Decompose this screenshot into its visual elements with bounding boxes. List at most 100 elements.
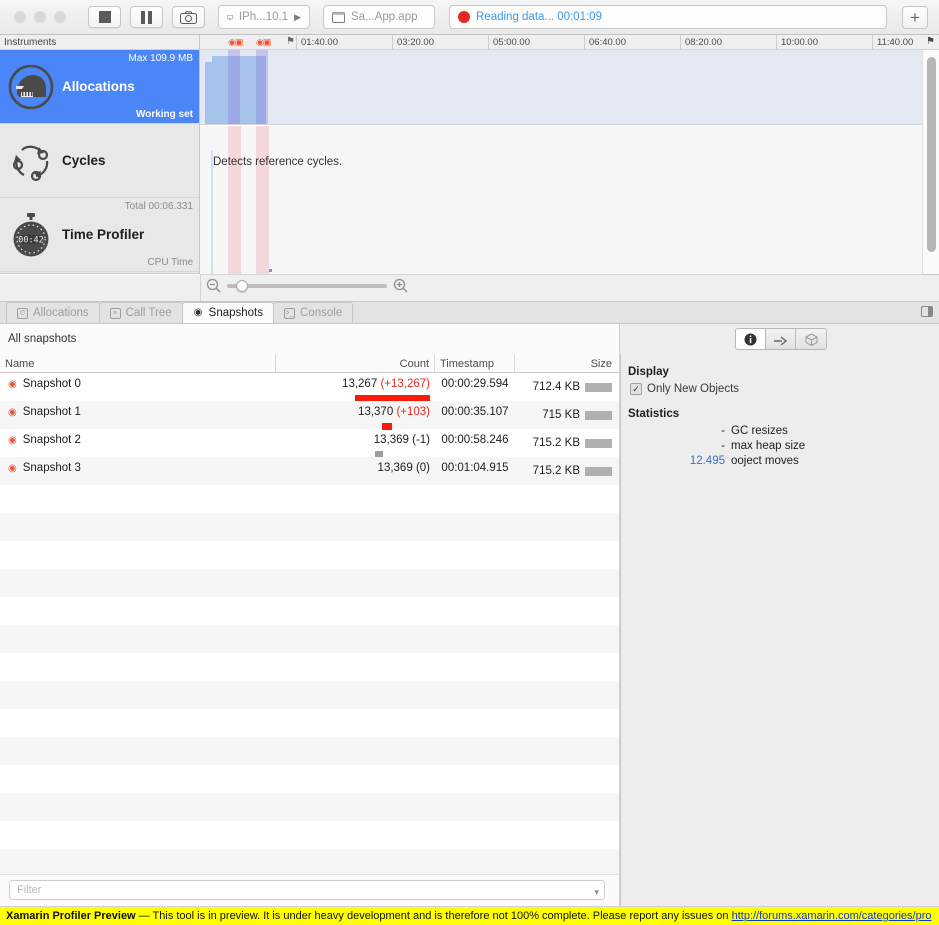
row-timestamp-cell: 00:00:35.107: [441, 406, 509, 418]
status-bar-link[interactable]: http://forums.xamarin.com/categories/pro: [732, 910, 932, 922]
instrument-row-allocations[interactable]: Allocations Max 109.9 MB Working set: [0, 50, 199, 124]
instrument-label-cycles: Cycles: [62, 153, 106, 168]
instruments-list: Allocations Max 109.9 MB Working set Cyc…: [0, 50, 200, 274]
zoom-in-icon[interactable]: [393, 278, 408, 293]
play-icon[interactable]: ▶: [294, 12, 301, 23]
snapshot-camera-marker[interactable]: ◉▣: [256, 37, 271, 48]
tab-call-tree[interactable]: ≡ Call Tree: [98, 302, 183, 323]
statistic-value: -: [721, 425, 725, 437]
pause-button[interactable]: [130, 6, 163, 28]
only-new-objects-label: Only New Objects: [647, 383, 740, 395]
instrument-row-cycles[interactable]: Cycles: [0, 124, 199, 198]
row-size-cell: 715.2 KB: [515, 429, 619, 457]
minimize-button[interactable]: [34, 11, 46, 23]
allocations-icon: [0, 64, 62, 110]
add-instrument-button[interactable]: +: [902, 6, 928, 29]
table-empty-row: [0, 485, 619, 513]
snapshots-table: Name Count Timestamp Size ◉ Snapshot 0 1…: [0, 354, 620, 874]
chevron-down-icon[interactable]: ▾: [594, 887, 599, 898]
allocations-max-label: Max 109.9 MB: [128, 53, 193, 64]
device-label: IPh...10.1: [238, 11, 289, 23]
timeline-vertical-scrollbar[interactable]: [922, 50, 939, 275]
status-field[interactable]: Reading data... 00:01:09: [449, 5, 887, 29]
table-empty-row: [0, 681, 619, 709]
statistic-row: 12.495 ooject moves: [621, 455, 939, 467]
table-row[interactable]: ◉ Snapshot 3 13,369 (0) 00:01:04.915 715…: [0, 457, 619, 485]
row-count-cell: 13,369 (-1): [276, 429, 435, 458]
column-header-count[interactable]: Count: [276, 354, 435, 373]
row-count-cell: 13,369 (0): [276, 457, 435, 479]
device-selector[interactable]: IPh...10.1 ▶: [218, 5, 310, 29]
row-timestamp-cell: 00:00:29.594: [441, 378, 509, 390]
instrument-row-time-profiler[interactable]: 00:42 Time Profiler Total 00:06.331 CPU …: [0, 198, 199, 272]
row-name-label: Snapshot 2: [22, 434, 81, 446]
zoom-slider-group: [206, 278, 408, 293]
stop-icon: [98, 11, 111, 23]
table-row[interactable]: ◉ Snapshot 2 13,369 (-1) 00:00:58.246 71…: [0, 429, 619, 458]
window-traffic-lights: [14, 11, 66, 23]
tab-allocations[interactable]: ⏲ Allocations: [6, 302, 100, 323]
ruler-tick: 05:00.00: [488, 35, 530, 49]
inspector-box-tab[interactable]: [796, 329, 826, 349]
timeline-ruler[interactable]: ◉▣ ◉▣ ⚑ 01:40.00 03:20.00 05:00.00 06:40…: [200, 35, 939, 50]
ruler-tick: 06:40.00: [584, 35, 626, 49]
app-selector[interactable]: Sa...App.app: [323, 5, 435, 29]
cycles-data-point: [269, 269, 272, 272]
row-count-value: 13,370: [358, 406, 394, 418]
close-button[interactable]: [14, 11, 26, 23]
column-header-size[interactable]: Size: [515, 354, 619, 373]
only-new-objects-row[interactable]: ✓ Only New Objects: [621, 383, 939, 395]
snapshot-band: [256, 50, 268, 124]
toggle-inspector-button[interactable]: [921, 306, 933, 317]
table-row[interactable]: ◉ Snapshot 0 13,267 (+13,267) 00:00:29.5…: [0, 373, 619, 402]
display-header: Display: [628, 366, 669, 378]
allocations-workingset-label: Working set: [135, 109, 193, 120]
cycles-track-graph[interactable]: Detects reference cycles.: [200, 126, 922, 275]
zoom-out-icon[interactable]: [206, 278, 221, 293]
flag-marker-icon: ⚑: [286, 36, 295, 47]
tab-label: Snapshots: [208, 307, 264, 319]
row-count-delta: (0): [415, 462, 430, 474]
table-empty-row: [0, 625, 619, 653]
allocations-track-graph[interactable]: [200, 50, 922, 125]
tab-snapshots[interactable]: ◉ Snapshots: [181, 302, 275, 323]
snapshot-camera-icon: ◉: [8, 462, 17, 474]
row-count-delta: (+13,267): [380, 378, 430, 390]
profiler-window: IPh...10.1 ▶ Sa...App.app Reading data..…: [0, 0, 939, 925]
table-empty-row: [0, 709, 619, 737]
filter-input[interactable]: Filter ▾: [9, 880, 605, 900]
row-count-delta: (-1): [412, 434, 430, 446]
zoom-slider[interactable]: [227, 279, 387, 292]
inspector-arrow-tab[interactable]: [766, 329, 796, 349]
zoom-button[interactable]: [54, 11, 66, 23]
status-text: Reading data... 00:01:09: [476, 11, 602, 23]
column-header-name[interactable]: Name: [0, 354, 276, 373]
row-name-cell: ◉ Snapshot 1: [0, 401, 276, 423]
recording-dot-icon: [458, 11, 470, 23]
row-size-bar: [585, 382, 612, 392]
column-header-timestamp[interactable]: Timestamp: [435, 354, 515, 373]
row-size-cell: 715.2 KB: [515, 457, 619, 485]
cycles-marker-line: [211, 150, 213, 274]
scrollbar-thumb[interactable]: [927, 57, 936, 252]
zoom-slider-knob[interactable]: [236, 279, 248, 292]
ruler-tick: 10:00.00: [776, 35, 818, 49]
tab-console[interactable]: >_ Console: [273, 302, 354, 323]
row-name-cell: ◉ Snapshot 2: [0, 429, 276, 451]
inspector-info-tab[interactable]: [736, 329, 766, 349]
stop-button[interactable]: [88, 6, 121, 28]
terminal-icon: >_: [284, 307, 296, 319]
table-row[interactable]: ◉ Snapshot 1 13,370 (+103) 00:00:35.107 …: [0, 401, 619, 430]
table-empty-row: [0, 737, 619, 765]
row-size-value: 712.4 KB: [532, 381, 580, 393]
only-new-objects-checkbox[interactable]: ✓: [630, 383, 642, 395]
snapshot-camera-icon: ◉: [8, 378, 17, 390]
table-empty-row: [0, 569, 619, 597]
take-snapshot-button[interactable]: [172, 6, 205, 28]
row-count-value: 13,267: [342, 378, 378, 390]
row-name-label: Snapshot 1: [22, 406, 81, 418]
status-bar-text: — This tool is in preview. It is under h…: [135, 910, 732, 922]
snapshot-camera-marker[interactable]: ◉▣: [228, 37, 243, 48]
statistic-row: - max heap size: [621, 440, 939, 452]
tab-label: Allocations: [33, 307, 89, 319]
